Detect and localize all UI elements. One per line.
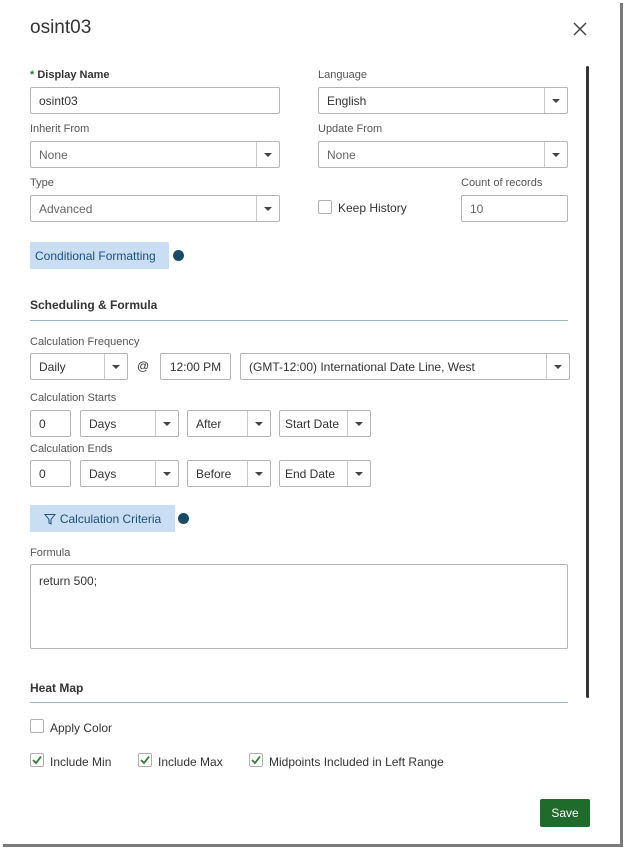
- count-of-records-input[interactable]: 10: [461, 195, 568, 222]
- calc-starts-anchor-value: Start Date: [285, 416, 340, 431]
- checkmark-icon: [32, 755, 42, 765]
- timezone-value: (GMT-12:00) International Date Line, Wes…: [249, 359, 475, 374]
- chevron-down-icon: [256, 196, 279, 221]
- update-from-value: None: [327, 147, 356, 162]
- display-name-label: * Display Name: [30, 69, 110, 81]
- inherit-from-label: Inherit From: [30, 123, 90, 135]
- calc-ends-number-value: 0: [39, 466, 46, 481]
- chevron-down-icon: [247, 411, 270, 436]
- apply-color-label: Apply Color: [50, 721, 113, 735]
- calc-time-input[interactable]: 12:00 PM: [160, 353, 231, 380]
- display-name-value: osint03: [39, 93, 78, 108]
- calc-ends-relation-value: Before: [196, 466, 232, 481]
- dialog-title: osint03: [30, 17, 92, 38]
- calc-frequency-label: Calculation Frequency: [30, 336, 140, 348]
- language-select[interactable]: English: [318, 87, 568, 114]
- calc-starts-unit-value: Days: [89, 416, 117, 431]
- chevron-down-icon: [104, 354, 127, 379]
- formula-label: Formula: [30, 547, 71, 559]
- chevron-down-icon: [155, 461, 178, 486]
- calculation-criteria-label: Calculation Criteria: [59, 511, 162, 526]
- keep-history-label: Keep History: [338, 201, 407, 215]
- type-select[interactable]: Advanced: [30, 195, 280, 222]
- type-value: Advanced: [39, 201, 93, 216]
- conditional-formatting-label: Conditional Formatting: [35, 248, 156, 263]
- chevron-down-icon: [155, 411, 178, 436]
- scrollbar[interactable]: [586, 66, 589, 698]
- filter-icon: [43, 513, 56, 525]
- calc-time-value: 12:00 PM: [169, 359, 222, 374]
- count-of-records-value: 10: [470, 201, 484, 216]
- timezone-select[interactable]: (GMT-12:00) International Date Line, Wes…: [240, 353, 570, 380]
- type-label: Type: [30, 177, 54, 189]
- calc-starts-unit-select[interactable]: Days: [80, 410, 179, 437]
- checkmark-icon: [251, 755, 261, 765]
- count-of-records-label: Count of records: [461, 177, 543, 189]
- include-max-checkbox[interactable]: [138, 753, 152, 767]
- display-name-input[interactable]: osint03: [30, 87, 280, 114]
- include-max-label: Include Max: [158, 755, 223, 769]
- chevron-down-icon: [256, 142, 279, 167]
- keep-history-checkbox[interactable]: [318, 200, 332, 214]
- update-from-select[interactable]: None: [318, 141, 568, 168]
- calc-ends-anchor-select[interactable]: End Date: [279, 460, 371, 487]
- calculation-criteria-button[interactable]: Calculation Criteria: [30, 505, 175, 532]
- chevron-down-icon: [347, 411, 370, 436]
- calc-starts-anchor-select[interactable]: Start Date: [279, 410, 371, 437]
- required-marker: *: [30, 69, 35, 81]
- save-button[interactable]: Save: [540, 799, 590, 827]
- language-value: English: [327, 93, 367, 108]
- chevron-down-icon: [247, 461, 270, 486]
- calc-frequency-select[interactable]: Daily: [30, 353, 128, 380]
- conditional-formatting-button[interactable]: Conditional Formatting: [30, 242, 169, 269]
- scheduling-section-title: Scheduling & Formula: [30, 298, 158, 312]
- calc-ends-unit-select[interactable]: Days: [80, 460, 179, 487]
- edit-dialog: osint03 * Display Name osint03 Language …: [0, 0, 620, 844]
- chevron-down-icon: [544, 88, 567, 113]
- calc-starts-relation-select[interactable]: After: [187, 410, 271, 437]
- language-label: Language: [318, 69, 367, 81]
- inherit-from-value: None: [39, 147, 68, 162]
- section-divider: [30, 702, 568, 703]
- calc-ends-number[interactable]: 0: [30, 460, 71, 487]
- inherit-from-select[interactable]: None: [30, 141, 280, 168]
- update-from-label: Update From: [318, 123, 383, 135]
- formula-textarea[interactable]: return 500;: [30, 564, 568, 649]
- include-min-label: Include Min: [50, 755, 112, 769]
- formula-value: return 500;: [39, 574, 98, 588]
- at-symbol: @: [137, 359, 150, 373]
- calc-ends-relation-select[interactable]: Before: [187, 460, 271, 487]
- calc-ends-label: Calculation Ends: [30, 443, 113, 455]
- midpoints-left-checkbox[interactable]: [249, 753, 263, 767]
- close-icon[interactable]: [570, 19, 590, 39]
- calc-starts-label: Calculation Starts: [30, 392, 117, 404]
- calc-ends-anchor-value: End Date: [285, 466, 336, 481]
- calc-starts-number-value: 0: [39, 416, 46, 431]
- apply-color-checkbox[interactable]: [30, 719, 44, 733]
- calc-ends-unit-value: Days: [89, 466, 117, 481]
- chevron-down-icon: [546, 354, 569, 379]
- checkmark-icon: [140, 755, 150, 765]
- calc-starts-number[interactable]: 0: [30, 410, 71, 437]
- chevron-down-icon: [544, 142, 567, 167]
- midpoints-left-label: Midpoints Included in Left Range: [269, 755, 444, 769]
- calculation-criteria-indicator: [178, 513, 189, 524]
- include-min-checkbox[interactable]: [30, 753, 44, 767]
- calc-frequency-value: Daily: [39, 359, 66, 374]
- conditional-formatting-indicator: [173, 250, 184, 261]
- display-name-label-text: Display Name: [37, 69, 110, 81]
- calc-starts-relation-value: After: [196, 416, 222, 431]
- chevron-down-icon: [347, 461, 370, 486]
- section-divider: [30, 320, 568, 321]
- heat-map-section-title: Heat Map: [30, 681, 84, 695]
